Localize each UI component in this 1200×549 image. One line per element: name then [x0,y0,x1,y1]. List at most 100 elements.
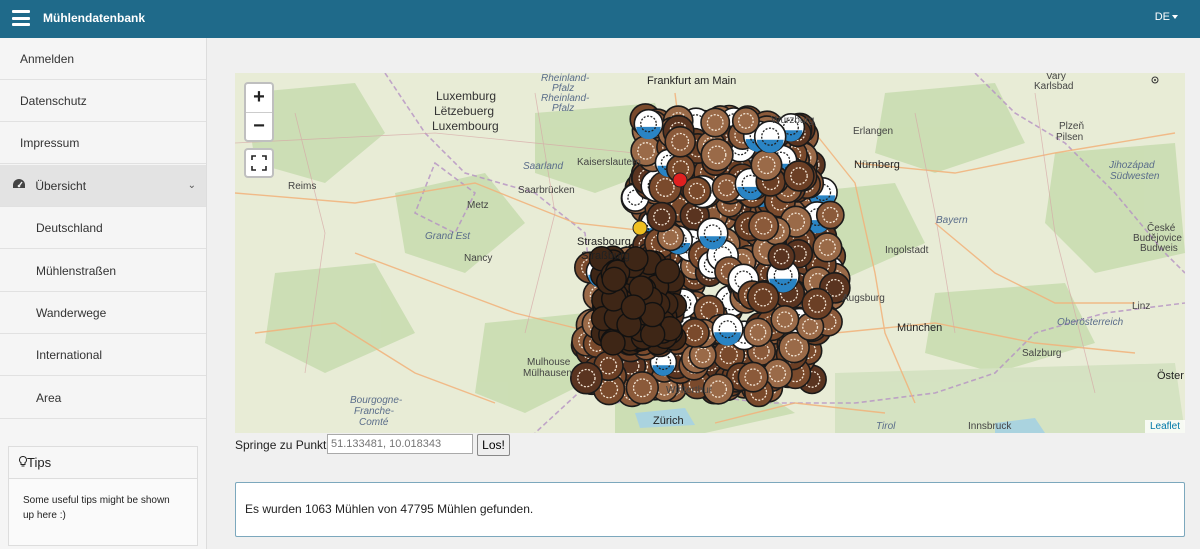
mill-marker[interactable] [633,108,664,140]
map-label: Plzeň [1059,121,1085,132]
mill-marker[interactable] [696,217,729,250]
sidebar-item-label: Impressum [20,136,80,150]
map-label: Luxembourg [432,119,499,133]
map-label: Tirol [876,421,896,432]
map-label: Pilsen [1056,132,1084,143]
map-base-layer [235,73,1185,433]
go-button[interactable]: Los! [477,434,510,456]
map-label: Grand Est [425,231,471,242]
map-label: Würzburg [771,115,815,126]
menu-icon[interactable] [12,10,30,26]
tips-title: Tips [27,455,52,470]
map-label: Südwesten [1110,171,1160,182]
mill-marker[interactable] [750,149,783,182]
language-selector[interactable]: DE [1155,11,1178,23]
mill-marker[interactable] [620,294,647,320]
mill-marker[interactable] [654,258,681,284]
map-label: Frankfurt am Main [647,75,737,87]
sidebar-item-label: Datenschutz [20,94,87,108]
sidebar-item-label: Deutschland [36,221,103,235]
zoom-in-button[interactable]: + [246,84,272,112]
caret-down-icon [1172,15,1178,20]
mill-marker[interactable] [748,210,780,242]
map-label: Zürich [653,415,684,427]
sidebar-item-deutschland[interactable]: Deutschland [0,207,206,249]
mill-marker[interactable] [646,201,677,233]
leaflet-attribution[interactable]: Leaflet [1144,420,1185,433]
zoom-control: + − [244,82,274,142]
map-label: Metz [467,200,489,211]
map-label: Reims [288,181,317,192]
mill-marker[interactable] [700,138,734,172]
mill-marker[interactable] [815,200,845,230]
special-marker[interactable] [632,220,648,236]
map-label: Winterthur [666,385,713,396]
chevron-down-icon: ⌄ [187,180,196,191]
sidebar-item-label: Mühlenstraßen [36,264,117,278]
sidebar-item-label: Wanderwege [36,306,107,320]
sidebar-item-label: Anmelden [20,52,75,66]
mill-marker[interactable] [737,361,769,393]
result-text: Es wurden 1063 Mühlen von 47795 Mühlen g… [245,502,534,516]
lightbulb-icon [19,455,27,470]
mill-marker[interactable] [664,126,697,158]
map-label: Oberösterreich [1057,317,1124,328]
map-label: Saarland [523,161,564,172]
mill-marker[interactable] [700,107,731,138]
sidebar-item-impressum[interactable]: Impressum [0,122,206,164]
map-label: Nancy [464,253,493,264]
fullscreen-icon [251,155,267,171]
map-label: Kaiserslautern [577,157,641,168]
sidebar-item-label: International [36,348,103,362]
map-label: Nürnberg [854,159,900,171]
special-marker[interactable] [672,172,688,188]
map-label: Augsburg [842,293,885,304]
map-label: Lëtzebuerg [434,104,495,118]
mill-marker[interactable] [625,371,659,405]
map-label: Straßburg [581,250,630,262]
mill-marker[interactable] [770,305,800,335]
language-label: DE [1154,11,1170,23]
sidebar-item-datenschutz[interactable]: Datenschutz [0,80,206,122]
mill-marker[interactable] [812,232,843,263]
dashboard-icon [12,165,26,207]
fullscreen-button[interactable] [244,148,274,178]
top-bar: Mühlendatenbank DE [0,0,1200,38]
map-label: Ingolstadt [885,245,929,256]
mill-marker[interactable] [746,281,780,314]
locate-icon [1151,73,1159,87]
map-label: Pfalz [552,103,575,114]
sidebar-item-label: Übersicht [35,179,87,193]
sidebar-item-label: Area [36,391,62,405]
mill-marker[interactable] [743,317,773,348]
tips-header: Tips [9,447,197,479]
map-view[interactable]: Frankfurt am Main Würzburg Luxemburg Lët… [235,73,1185,433]
tips-panel: Tips Some useful tips might be shown up … [8,446,198,546]
jump-label: Springe zu Punkt [235,438,327,452]
mill-marker[interactable] [767,242,796,271]
map-label: Öster [1157,370,1184,382]
sidebar-item-uebersicht[interactable]: Übersicht ⌄ [0,165,206,207]
sidebar-item-muehlenstrassen[interactable]: Mühlenstraßen [0,250,206,292]
mill-marker[interactable] [711,313,744,346]
map-label: Strasbourg [577,236,631,248]
sidebar-item-anmelden[interactable]: Anmelden [0,38,206,80]
mill-marker[interactable] [783,160,815,192]
mill-marker[interactable] [731,106,760,135]
result-message: Es wurden 1063 Mühlen von 47795 Mühlen g… [235,482,1185,537]
map-label: Comté [359,417,389,428]
coordinates-input[interactable] [327,434,473,454]
sidebar-item-international[interactable]: International [0,334,206,376]
tips-text: Some useful tips might be shown up here … [23,495,170,521]
map-label: Budweis [1140,243,1178,254]
sidebar-item-wanderwege[interactable]: Wanderwege [0,292,206,334]
mill-marker[interactable] [601,266,627,293]
mill-marker[interactable] [801,287,834,320]
mill-marker[interactable] [569,361,603,395]
zoom-out-button[interactable]: − [246,112,272,140]
map-label: Erlangen [853,126,894,137]
map-label: Linz [1132,301,1151,312]
map-label: Karlsbad [1034,81,1074,92]
sidebar-item-area[interactable]: Area [0,377,206,419]
map-label: Salzburg [1022,348,1062,359]
